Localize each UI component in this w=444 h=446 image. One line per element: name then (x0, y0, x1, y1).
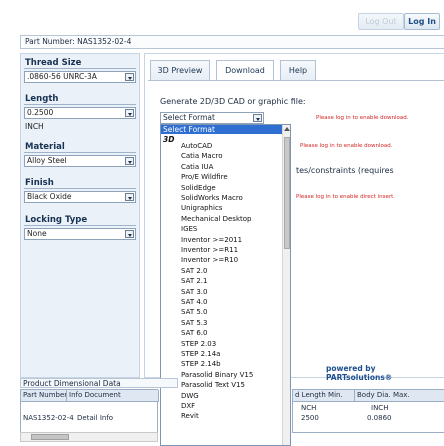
dropdown-option[interactable]: STEP 2.14a (181, 350, 220, 358)
locking-type-value: None (27, 229, 47, 238)
tab-3d-preview[interactable]: 3D Preview (150, 60, 210, 80)
table-scrollbar[interactable] (20, 432, 158, 442)
dropdown-option[interactable]: Unigraphics (181, 204, 222, 212)
dropdown-option[interactable]: SAT 5.3 (181, 319, 207, 327)
product-data-title: Product Dimensional Data (20, 378, 178, 388)
dropdown-option[interactable]: AutoCAD (181, 142, 212, 150)
generate-label: Generate 2D/3D CAD or graphic file: (160, 97, 306, 106)
divider (24, 188, 136, 189)
finish-select[interactable]: Black Oxide (24, 191, 136, 203)
thread-size-select[interactable]: .0860-56 UNRC-3A (24, 71, 136, 83)
length-unit: INCH (25, 122, 44, 131)
constraints-text: tes/constraints (requires (296, 166, 394, 175)
chevron-down-icon[interactable] (125, 73, 134, 81)
dropdown-option[interactable]: Mechanical Desktop (181, 215, 251, 223)
dropdown-option[interactable]: SAT 2.1 (181, 277, 207, 285)
dropdown-option-selected[interactable]: Select Format (161, 125, 283, 134)
dropdown-option[interactable]: DXF (181, 402, 195, 410)
insert-warning: Please log in to enable direct insert. (296, 194, 396, 200)
cell-value: 2500 (301, 414, 319, 422)
chevron-down-icon[interactable] (125, 109, 134, 117)
cell-unit: INCH (371, 404, 389, 412)
length-value: 0.2500 (27, 108, 54, 117)
dropdown-option[interactable]: IGES (181, 225, 197, 233)
divider (24, 152, 136, 153)
powered-by-link[interactable]: powered by PARTsolutions® (326, 364, 444, 382)
dropdown-option[interactable]: Parasolid Binary V15 (181, 371, 253, 379)
dropdown-scrollbar[interactable] (282, 125, 290, 445)
dropdown-option[interactable]: Catia Macro (181, 152, 223, 160)
locking-type-select[interactable]: None (24, 228, 136, 240)
material-value: Alloy Steel (27, 156, 67, 165)
dropdown-option[interactable]: Pro/E Wildfire (181, 173, 228, 181)
chevron-down-icon[interactable] (253, 114, 262, 122)
dropdown-option[interactable]: SolidWorks Macro (181, 194, 243, 202)
dropdown-option[interactable]: Revit (181, 412, 199, 420)
format-dropdown-list[interactable]: Select Format 3D AutoCAD Catia Macro Catia… (160, 124, 291, 446)
divider (24, 104, 136, 105)
format-select-value: Select Format (163, 113, 215, 122)
product-data-table: Part Number Info Document NAS1352-02-4 D… (20, 389, 159, 433)
finish-label: Finish (25, 178, 54, 188)
dropdown-option[interactable]: SAT 6.0 (181, 329, 207, 337)
dropdown-option[interactable]: STEP 2.03 (181, 340, 216, 348)
col-header-thread-length: d Length Min. (293, 390, 355, 402)
length-select[interactable]: 0.2500 (24, 107, 136, 119)
chevron-down-icon[interactable] (125, 157, 134, 165)
product-data-table-right: d Length Min. Body Dia. Max. NCH INCH 25… (292, 389, 444, 433)
thread-size-label: Thread Size (25, 58, 82, 68)
dropdown-group-label: 3D (163, 135, 175, 144)
material-select[interactable]: Alloy Steel (24, 155, 136, 167)
part-number-bar: Part Number: NAS1352-02-4 (20, 35, 444, 49)
material-label: Material (25, 142, 65, 152)
cell-part-number[interactable]: NAS1352-02-4 (23, 414, 74, 422)
cell-unit: NCH (301, 404, 317, 412)
dropdown-option[interactable]: Inventor >=2011 (181, 236, 242, 244)
dropdown-option[interactable]: Inventor >=R11 (181, 246, 238, 254)
tab-download[interactable]: Download (216, 60, 274, 80)
tab-divider (148, 80, 444, 81)
chevron-down-icon[interactable] (125, 230, 134, 238)
dropdown-option[interactable]: SolidEdge (181, 184, 216, 192)
login-button[interactable]: Log In (404, 13, 440, 30)
col-header-part-number: Part Number (21, 390, 67, 402)
parameter-panel: Thread Size .0860-56 UNRC-3A Length 0.25… (20, 53, 140, 378)
dropdown-option[interactable]: Catia IUA (181, 163, 213, 171)
tab-help[interactable]: Help (280, 60, 316, 80)
col-header-body-dia: Body Dia. Max. (355, 390, 444, 402)
finish-value: Black Oxide (27, 192, 72, 201)
divider (24, 68, 136, 69)
scroll-up-icon[interactable] (284, 127, 290, 131)
dropdown-option[interactable]: SAT 2.0 (181, 267, 207, 275)
dropdown-option[interactable]: DWG (181, 392, 199, 400)
scrollbar-thumb[interactable] (31, 434, 69, 440)
scrollbar-thumb[interactable] (284, 137, 290, 249)
dropdown-option[interactable]: STEP 2.14b (181, 360, 221, 368)
divider (24, 225, 136, 226)
format-select[interactable]: Select Format (160, 112, 264, 124)
logout-button[interactable]: Log Out (358, 13, 404, 30)
col-header-info-document: Info Document (67, 390, 159, 402)
dropdown-option[interactable]: Inventor >=R10 (181, 256, 238, 264)
download-warning: Please log in to enable download. (316, 115, 409, 121)
dropdown-option[interactable]: SAT 5.0 (181, 308, 207, 316)
chevron-down-icon[interactable] (125, 193, 134, 201)
locking-type-label: Locking Type (25, 215, 88, 225)
dropdown-option[interactable]: Parasolid Text V15 (181, 381, 245, 389)
length-label: Length (25, 94, 59, 104)
dropdown-option[interactable]: SAT 3.0 (181, 288, 207, 296)
dropdown-option[interactable]: SAT 4.0 (181, 298, 207, 306)
cell-detail-info[interactable]: Detail Info (77, 414, 113, 422)
download-warning-2: Please log in to enable download. (300, 143, 393, 149)
cell-value: 0.0860 (367, 414, 392, 422)
thread-size-value: .0860-56 UNRC-3A (27, 72, 97, 81)
